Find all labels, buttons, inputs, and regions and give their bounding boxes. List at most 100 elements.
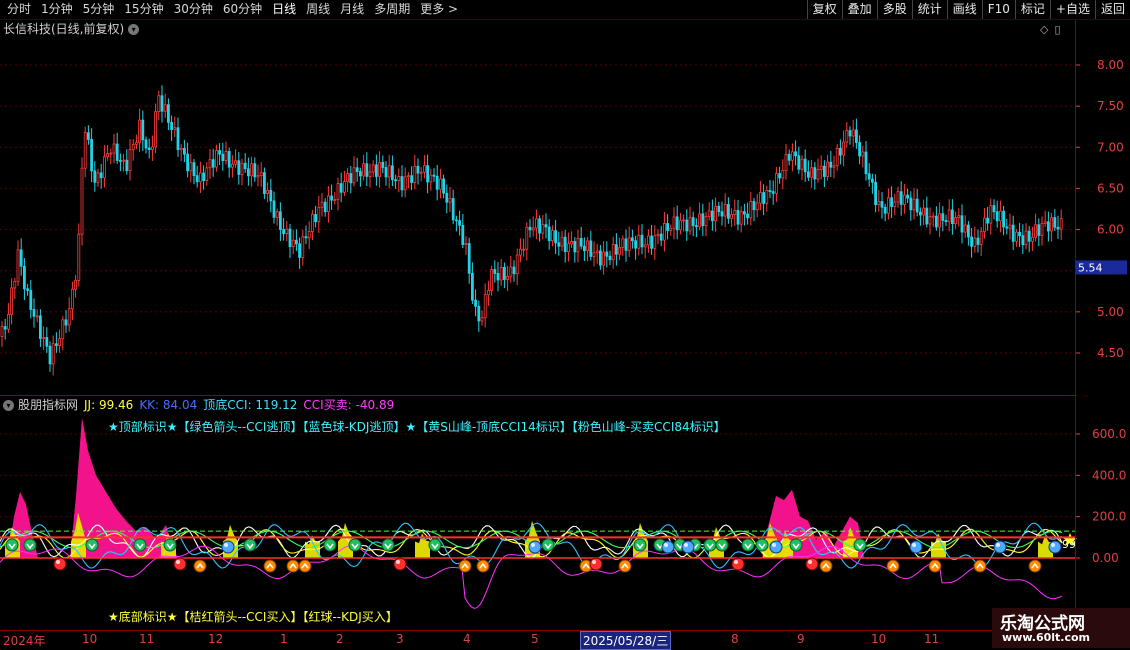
candle-body <box>214 150 218 168</box>
date-label-oct: 10 <box>82 632 98 646</box>
candle-body <box>205 167 209 182</box>
candle-body <box>791 151 794 161</box>
candle-body <box>109 152 113 155</box>
candle-body <box>704 215 708 226</box>
candle-body <box>317 206 321 223</box>
candle-body <box>730 214 733 219</box>
candle-body <box>954 217 957 225</box>
candle-body <box>1050 217 1053 232</box>
ball-highlight <box>224 543 228 547</box>
candle-body <box>179 148 183 151</box>
candle-body <box>160 95 164 112</box>
stock-title-bar[interactable]: 长信科技(日线,前复权) ▾ <box>3 21 140 37</box>
indicator-name[interactable]: 股朋指标网 <box>18 397 78 413</box>
candle-body <box>358 171 362 177</box>
indicator-tick-label: 200.0 <box>1092 510 1126 524</box>
date-label-nov2: 11 <box>924 632 940 646</box>
orange-arrow-icon <box>298 559 312 573</box>
candle-body <box>93 170 97 183</box>
candle-body <box>621 238 625 248</box>
candle-body <box>278 211 282 230</box>
candle-body <box>1047 221 1050 232</box>
candle-body <box>336 183 340 200</box>
candle-body <box>925 207 929 225</box>
candle-body <box>486 290 490 296</box>
candle-body <box>221 153 225 162</box>
candle-body <box>16 249 20 282</box>
orange-arrow-icon <box>286 559 300 573</box>
candle-body <box>669 227 673 231</box>
candle-body <box>237 160 241 175</box>
candle-body <box>445 192 449 203</box>
dropdown-icon[interactable]: ▾ <box>128 23 140 35</box>
candle-body <box>714 205 717 222</box>
candle-body <box>647 235 650 246</box>
candle-body <box>96 172 100 183</box>
candle-body <box>861 151 865 157</box>
price-axis-border <box>1075 20 1076 630</box>
candle-body <box>22 265 26 290</box>
candle-body <box>995 211 999 222</box>
panel-divider <box>0 395 1076 396</box>
candle-body <box>298 243 302 258</box>
chart-canvas[interactable]: 8.007.507.006.506.005.505.004.505.54600.… <box>0 0 1130 650</box>
candle-body <box>3 326 7 330</box>
candle-body <box>138 119 142 144</box>
candle-body <box>99 172 103 179</box>
price-tick-label: 6.00 <box>1097 223 1124 237</box>
orange-arrow-icon <box>973 559 987 573</box>
candle-body <box>989 205 993 224</box>
candle-body <box>752 201 756 211</box>
candle-body <box>784 153 788 171</box>
candle-body <box>567 243 570 253</box>
date-label-apr: 4 <box>463 632 471 646</box>
candle-body <box>890 197 893 207</box>
candle-body <box>490 269 494 291</box>
candle-body <box>650 235 653 249</box>
candle-body <box>134 142 138 145</box>
candle-body <box>256 175 260 178</box>
candle-body <box>381 162 385 168</box>
candle-body <box>819 165 823 170</box>
candle-body <box>1015 231 1018 242</box>
panel-toggle-icon[interactable]: ▯ <box>1054 23 1060 36</box>
candle-body <box>768 190 772 192</box>
candle-body <box>963 224 967 233</box>
blue-ball-icon <box>1048 540 1062 554</box>
ball-highlight <box>734 560 738 564</box>
candle-body <box>230 163 234 168</box>
red-ball-icon <box>53 557 67 571</box>
candle-body <box>557 242 561 247</box>
candle-body <box>874 181 877 206</box>
candle-body <box>461 224 465 245</box>
ball-highlight <box>772 543 776 547</box>
orange-arrow-icon <box>618 559 632 573</box>
candle-body <box>845 130 849 143</box>
candle-body <box>896 191 900 203</box>
candle-body <box>611 244 615 261</box>
candle-body <box>10 287 14 315</box>
candle-body <box>1043 221 1047 224</box>
candle-body <box>912 198 916 211</box>
candle-body <box>80 167 84 235</box>
candle-body <box>61 319 65 340</box>
candle-body <box>771 191 775 194</box>
panel-controls: ◇ ▯ <box>1040 23 1061 36</box>
candle-body <box>285 228 289 234</box>
candle-body <box>186 153 190 172</box>
indicator-dropdown-icon[interactable]: ▾ <box>3 399 14 411</box>
candle-body <box>1037 224 1041 236</box>
candle-body <box>1008 224 1012 229</box>
diamond-icon[interactable]: ◇ <box>1040 23 1048 36</box>
candle-body <box>618 246 621 255</box>
blue-ball-icon <box>909 540 923 554</box>
candle-body <box>541 224 545 234</box>
candle-body <box>717 205 721 213</box>
ball-highlight <box>912 543 916 547</box>
current-price-label: 5.54 <box>1078 261 1103 274</box>
ball-highlight <box>56 560 60 564</box>
candle-body <box>851 129 855 137</box>
candle-body <box>90 139 93 172</box>
candle-body <box>403 176 407 191</box>
candle-body <box>506 275 510 280</box>
